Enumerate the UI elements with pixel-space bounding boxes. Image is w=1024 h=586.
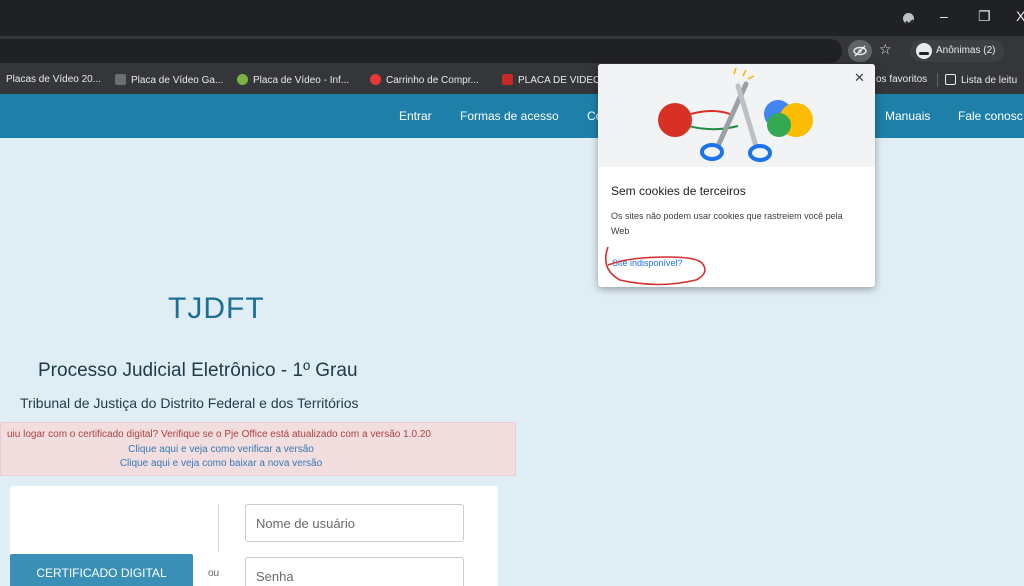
nav-fale-conosco[interactable]: Fale conosc xyxy=(958,109,1023,123)
login-divider xyxy=(218,504,219,552)
address-bar[interactable] xyxy=(0,39,842,63)
download-version-link[interactable]: Clique aqui e veja como baixar a nova ve… xyxy=(1,458,441,469)
bookmark-favicon-icon xyxy=(115,74,126,85)
bookmark-favicon-icon xyxy=(502,74,513,85)
nav-entrar[interactable]: Entrar xyxy=(399,109,432,123)
bookmark-item[interactable]: Placas de Vídeo 20... xyxy=(6,74,101,86)
cookies-blocked-icon xyxy=(658,67,813,162)
minimize-button[interactable]: – xyxy=(940,8,948,24)
or-label: ou xyxy=(208,568,220,579)
other-bookmarks[interactable]: os favoritos xyxy=(876,74,927,86)
bookmark-item[interactable]: Placa de Vídeo Ga... xyxy=(115,74,223,87)
bookmark-favicon-icon xyxy=(237,74,248,85)
certificate-button[interactable]: CERTIFICADO DIGITAL xyxy=(10,554,193,586)
cookies-illustration xyxy=(598,64,875,167)
popup-description: Os sites não podem usar cookies que rast… xyxy=(611,211,843,236)
close-window-button[interactable]: X xyxy=(1016,8,1024,24)
bookmark-favicon-icon xyxy=(370,74,381,85)
incognito-profile-button[interactable]: Anônimas (2) xyxy=(910,40,1004,62)
bookmark-item[interactable]: Placa de Vídeo - Inf... xyxy=(237,74,349,87)
nav-manuais[interactable]: Manuais xyxy=(885,109,930,123)
eye-off-icon[interactable] xyxy=(848,40,872,62)
browser-toolbar: ☆ Anônimas (2) xyxy=(0,36,1024,66)
profile-icon[interactable] xyxy=(903,13,914,24)
login-card: CERTIFICADO DIGITAL ou xyxy=(10,486,498,586)
bookmark-item[interactable]: Carrinho de Compr... xyxy=(370,74,479,87)
tjdft-logo: TJDFT xyxy=(168,292,265,325)
restore-button[interactable]: ❐ xyxy=(978,8,991,24)
username-input[interactable] xyxy=(245,504,464,542)
popup-title: Sem cookies de terceiros xyxy=(611,184,746,198)
certificate-alert: uiu logar com o certificado digital? Ver… xyxy=(0,422,516,476)
bookmarks-divider xyxy=(937,73,938,87)
reading-list[interactable]: Lista de leitu xyxy=(945,74,1017,87)
popup-close-icon[interactable]: ✕ xyxy=(854,70,865,86)
alert-warning-text: uiu logar com o certificado digital? Ver… xyxy=(7,429,431,440)
password-input[interactable] xyxy=(245,557,464,586)
star-icon[interactable]: ☆ xyxy=(879,41,892,58)
nav-formas-de-acesso[interactable]: Formas de acesso xyxy=(460,109,559,123)
browser-titlebar: – ❐ X xyxy=(0,0,1024,36)
red-annotation-circle xyxy=(604,246,706,286)
reading-list-icon xyxy=(945,74,956,85)
incognito-label: Anônimas (2) xyxy=(936,45,996,56)
bookmark-item[interactable]: PLACA DE VIDEO xyxy=(502,74,601,87)
incognito-icon xyxy=(916,43,932,59)
page-title: Processo Judicial Eletrônico - 1º Grau xyxy=(38,360,358,381)
page-subtitle: Tribunal de Justiça do Distrito Federal … xyxy=(20,395,359,411)
verify-version-link[interactable]: Clique aqui e veja como verificar a vers… xyxy=(1,444,441,455)
